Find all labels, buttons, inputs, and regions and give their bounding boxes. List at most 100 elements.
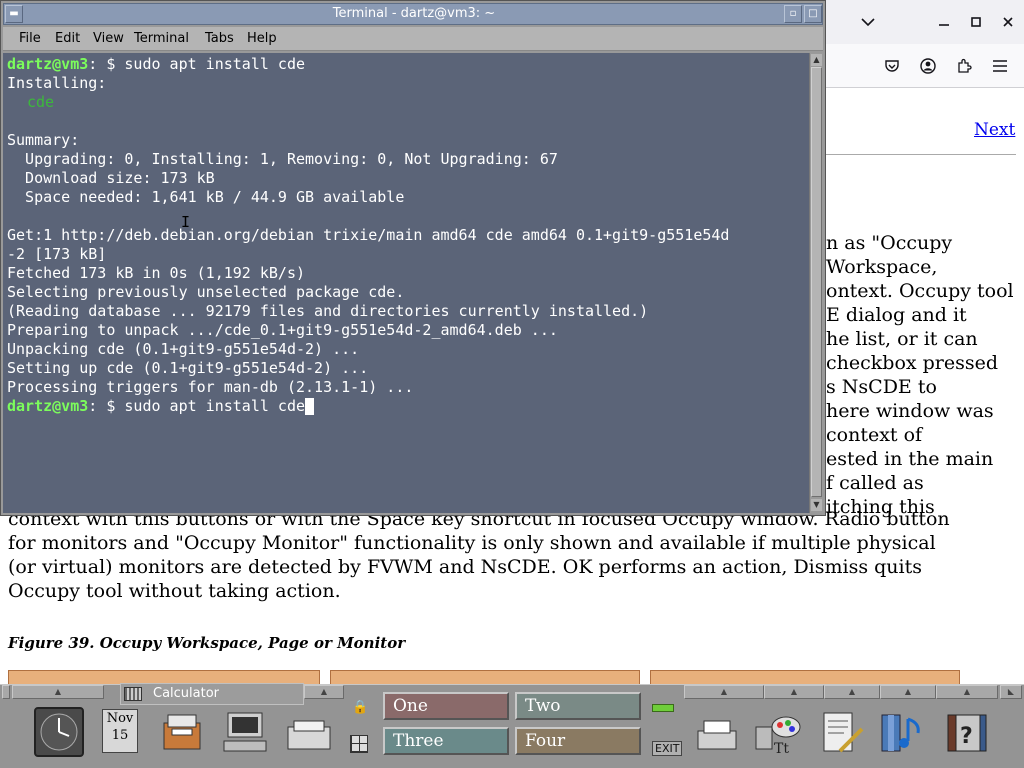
output-line: Unpacking cde (0.1+git9-g551e54d-2) ... [7, 340, 360, 358]
text-line: f called as [826, 472, 924, 494]
terminal-scrollbar[interactable]: ▲ ▼ [809, 53, 823, 513]
text-line: checkbox pressed [826, 352, 999, 374]
output-line: Space needed: 1,641 kB / 44.9 GB availab… [7, 188, 405, 206]
svg-text:Tt: Tt [774, 741, 789, 757]
output-line: Fetched 173 kB in 0s (1,192 kB/s) [7, 264, 306, 282]
command-text: sudo apt install cde [124, 55, 306, 73]
cde-front-panel: ▲ ▲ ▲ ▲ ▲ ▲ ▲ ◣ Nov 15 Calculator 🔒 One … [0, 683, 1024, 768]
prompt-user: dartz@vm3 [7, 397, 89, 415]
panel-handle[interactable] [2, 685, 10, 699]
terminal-title: Terminal - dartz@vm3: ~ [332, 6, 496, 21]
prompt-suffix: : $ [88, 397, 125, 415]
text-editor-icon[interactable] [820, 711, 864, 755]
clock-icon[interactable] [34, 707, 84, 757]
account-icon[interactable] [910, 44, 946, 88]
text-line: Workspace, [826, 256, 938, 278]
scroll-up-icon[interactable]: ▲ [811, 54, 822, 66]
subpanel-arrow[interactable]: ▲ [880, 685, 936, 699]
next-link[interactable]: Next [974, 120, 1015, 140]
subpanel-arrow[interactable]: ▲ [304, 685, 344, 699]
figure-caption: Figure 39. Occupy Workspace, Page or Mon… [8, 634, 406, 652]
file-manager-icon[interactable] [162, 711, 202, 751]
text-line: context of [826, 424, 923, 446]
text-line: s NsCDE to [826, 376, 937, 398]
menu-edit[interactable]: Edit [55, 31, 80, 46]
figure-image-top-left [8, 670, 320, 684]
mail-icon[interactable] [286, 719, 332, 753]
maximize-icon[interactable]: □ [804, 5, 822, 23]
text-line: for monitors and "Occupy Monitor" functi… [8, 532, 936, 554]
minimize-icon[interactable] [926, 0, 962, 44]
terminal-menubar: File Edit View Terminal Tabs Help [3, 27, 823, 51]
terminal-launcher-icon[interactable] [222, 711, 268, 755]
output-line: (Reading database ... 92179 files and di… [7, 302, 649, 320]
output-line: cde [7, 93, 805, 112]
menu-help[interactable]: Help [247, 31, 277, 46]
hamburger-menu-icon[interactable] [982, 44, 1018, 88]
text-line: E dialog and it [826, 304, 967, 326]
chevron-down-icon[interactable] [850, 0, 886, 44]
subpanel-arrow[interactable]: ▲ [936, 685, 998, 699]
terminal-titlebar[interactable]: ▬ Terminal - dartz@vm3: ~ ▫ □ [3, 3, 823, 25]
output-line: Get:1 http://deb.debian.org/debian trixi… [7, 226, 730, 244]
help-icon[interactable]: ? [944, 711, 988, 755]
workspace-button-one[interactable]: One [383, 692, 509, 720]
terminal-output[interactable]: dartz@vm3: $ sudo apt install cde Instal… [3, 53, 809, 513]
output-line: Download size: 173 kB [7, 169, 215, 187]
scrollbar-thumb[interactable] [811, 67, 822, 497]
output-line: Installing: [7, 74, 107, 92]
subpanel-arrow[interactable]: ▲ [684, 685, 764, 699]
figure-image-top-right [650, 670, 960, 684]
output-line: Selecting previously unselected package … [7, 283, 405, 301]
paragraph-bottom: context with this buttons or with the Sp… [8, 507, 1024, 603]
text-line: he list, or it can [826, 328, 978, 350]
workspace-button-two[interactable]: Two [515, 692, 641, 720]
extensions-icon[interactable] [946, 44, 982, 88]
terminal-window[interactable]: ▬ Terminal - dartz@vm3: ~ ▫ □ File Edit … [0, 0, 826, 516]
busy-indicator [652, 704, 674, 712]
panel-minimize[interactable]: ◣ [1000, 685, 1022, 699]
workspace-button-four[interactable]: Four [515, 727, 641, 755]
minimize-icon[interactable]: ▫ [784, 5, 802, 23]
text-line: (or virtual) monitors are detected by FV… [8, 556, 922, 578]
workspace-button-three[interactable]: Three [383, 727, 509, 755]
calculator-tooltip: Calculator [120, 683, 304, 705]
menu-file[interactable]: File [19, 31, 41, 46]
figure-image-top-middle [330, 670, 640, 684]
package-name: cde [27, 93, 55, 111]
paragraph-right-fragment: n as "Occupy Workspace, ontext. Occupy t… [826, 231, 1024, 519]
pocket-icon[interactable] [874, 44, 910, 88]
output-line: Summary: [7, 131, 80, 149]
style-manager-icon[interactable]: Tt [752, 713, 802, 757]
output-line: Upgrading: 0, Installing: 1, Removing: 0… [7, 150, 558, 168]
svg-text:?: ? [960, 724, 973, 749]
text-line: ontext. Occupy tool [826, 280, 1014, 302]
output-line: Preparing to unpack .../cde_0.1+git9-g55… [7, 321, 558, 339]
media-icon[interactable] [880, 711, 928, 755]
menu-view[interactable]: View [93, 31, 124, 46]
text-line: Occupy tool without taking action. [8, 580, 341, 602]
scroll-down-icon[interactable]: ▼ [811, 499, 822, 511]
prompt-suffix: : $ [88, 55, 125, 73]
subpanel-arrow[interactable]: ▲ [764, 685, 824, 699]
calendar-icon[interactable]: Nov 15 [102, 709, 138, 753]
subpanel-arrow[interactable]: ▲ [12, 685, 104, 699]
menu-terminal[interactable]: Terminal [134, 31, 189, 46]
maximize-icon[interactable] [958, 0, 994, 44]
exit-button[interactable]: EXIT [652, 741, 683, 756]
divider [826, 154, 1016, 155]
lock-icon[interactable]: 🔒 [352, 700, 368, 715]
close-icon[interactable] [990, 0, 1024, 44]
ibeam-cursor-icon: I [181, 213, 191, 231]
output-line: Setting up cde (0.1+git9-g551e54d-2) ... [7, 359, 369, 377]
menu-tabs[interactable]: Tabs [205, 31, 234, 46]
workspace-grid-icon[interactable] [350, 735, 368, 753]
subpanel-arrow[interactable]: ▲ [824, 685, 880, 699]
calculator-icon[interactable] [124, 687, 142, 701]
printer-icon[interactable] [696, 719, 738, 753]
prompt-line: dartz@vm3: $ sudo apt install cde [7, 397, 805, 416]
text-cursor-block [305, 398, 315, 415]
output-line: -2 [173 kB] [7, 245, 107, 263]
